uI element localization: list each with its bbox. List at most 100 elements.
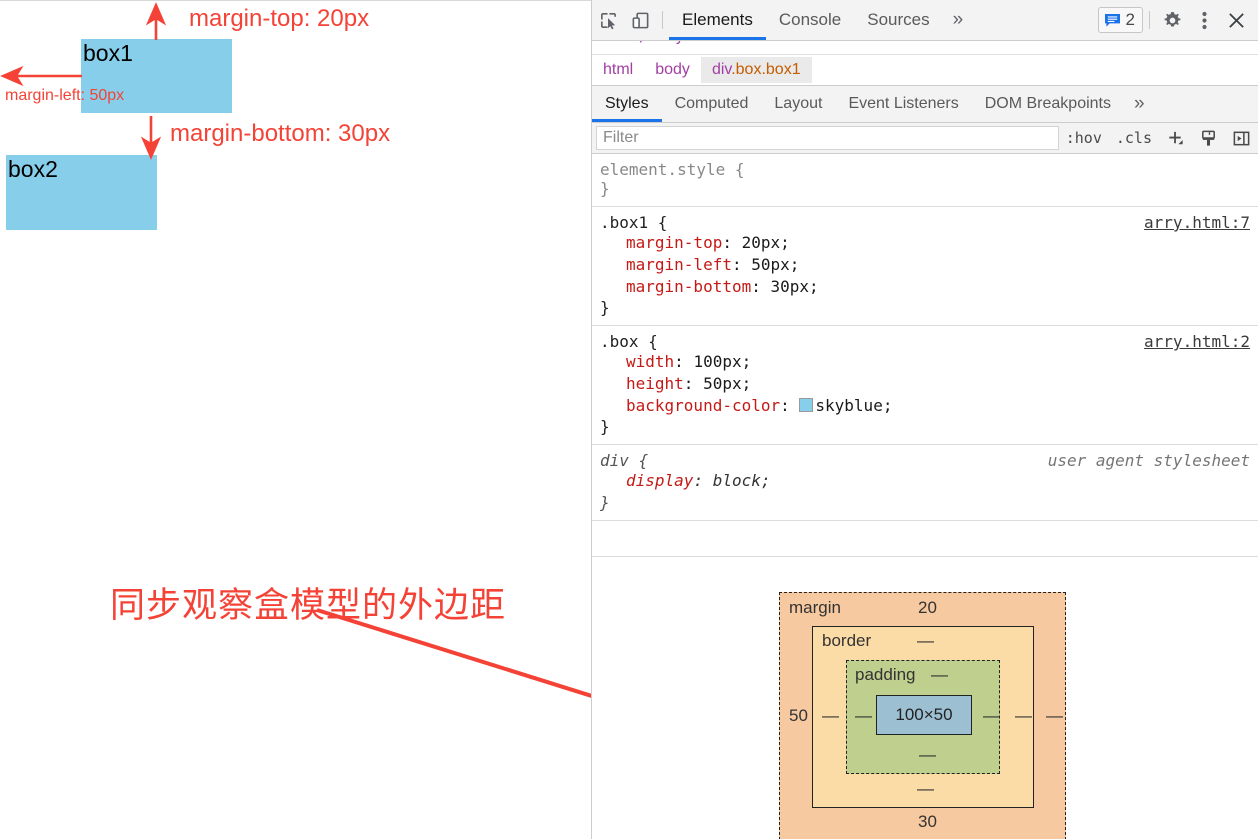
declaration-display: display: block; <box>626 471 771 491</box>
box-model-border-left-value[interactable]: — <box>822 706 839 726</box>
breadcrumb-item-div-box-box1[interactable]: div.box.box1 <box>700 57 812 83</box>
rendered-page-pane: box1 box2 margin-top: 20px margin-left: … <box>0 0 591 839</box>
tab-dom-breakpoints-label: DOM Breakpoints <box>984 95 1111 112</box>
box-model-margin-top-value[interactable]: 20 <box>918 598 937 618</box>
box-model-border-box[interactable]: border — — — — padding — — — — 100×50 <box>812 626 1034 808</box>
rule-close-brace: } <box>600 417 610 437</box>
tab-console-label: Console <box>778 10 842 29</box>
declaration-margin-top[interactable]: margin-top: 20px; <box>600 232 1258 254</box>
rule-close-brace: } <box>600 298 610 318</box>
declaration-value: 100px; <box>693 352 752 372</box>
breadcrumb-html-label: html <box>603 61 634 78</box>
rule-close-brace: } <box>600 179 610 198</box>
declaration-value: skyblue; <box>815 396 893 416</box>
declaration-property: display <box>626 471 694 491</box>
plus-new-rule-icon[interactable] <box>1159 129 1192 148</box>
gear-icon[interactable] <box>1156 5 1188 35</box>
page-top-divider <box>0 0 591 1</box>
inspect-element-icon[interactable] <box>592 5 624 35</box>
rule-box1[interactable]: arry.html:7 .box1 { margin-top: 20px; ma… <box>592 207 1258 327</box>
tab-styles-label: Styles <box>605 95 649 112</box>
box-model-padding-right-value[interactable]: — <box>983 706 1000 726</box>
tab-event-listeners[interactable]: Event Listeners <box>835 86 971 122</box>
styles-filter-bar: :hov .cls <box>592 123 1258 154</box>
tab-layout[interactable]: Layout <box>761 86 835 122</box>
tab-computed-label: Computed <box>674 95 749 112</box>
box-model-border-right-value[interactable]: — <box>1015 706 1032 726</box>
declaration-margin-bottom[interactable]: margin-bottom: 30px; <box>600 276 1258 298</box>
color-swatch-icon[interactable] <box>799 398 814 413</box>
tab-computed[interactable]: Computed <box>662 86 762 122</box>
filter-input[interactable] <box>596 126 1059 150</box>
box-model-margin-right-value[interactable]: — <box>1046 706 1063 726</box>
box-model-padding-bottom-value[interactable]: — <box>919 745 936 765</box>
tab-sources-label: Sources <box>867 10 930 29</box>
declaration-margin-left[interactable]: margin-left: 50px; <box>600 254 1258 276</box>
close-icon[interactable] <box>1220 5 1252 35</box>
box-model-padding-left-value[interactable]: — <box>855 706 872 726</box>
box-model-padding-box[interactable]: padding — — — — 100×50 <box>846 660 1000 774</box>
rule-origin-user-agent: user agent stylesheet <box>1047 451 1250 471</box>
more-tabs-chevron-icon[interactable]: » <box>943 9 974 31</box>
styles-rules-list: element.style { } arry.html:7 .box1 { ma… <box>592 154 1258 521</box>
box-model-content-box[interactable]: 100×50 <box>876 695 972 735</box>
dom-tree-sliver[interactable]: </body> <box>592 41 1258 55</box>
hov-button[interactable]: :hov <box>1059 129 1109 147</box>
styles-sidebar-tabs: Styles Computed Layout Event Listeners D… <box>592 86 1258 123</box>
box-model-border-bottom-value[interactable]: — <box>917 779 934 799</box>
rule-div-user-agent: user agent stylesheet div { display: blo… <box>592 445 1258 521</box>
devtools-panel: Elements Console Sources » 2 html body d… <box>591 0 1258 839</box>
paintbrush-icon[interactable] <box>1192 129 1225 148</box>
tab-event-listeners-label: Event Listeners <box>848 95 959 112</box>
annotation-margin-bottom: margin-bottom: 30px <box>170 120 391 147</box>
sidebar-more-chevron-icon[interactable]: » <box>1124 93 1155 115</box>
tab-styles[interactable]: Styles <box>592 86 662 122</box>
tab-dom-breakpoints[interactable]: DOM Breakpoints <box>972 86 1124 122</box>
annotation-margin-top: margin-top: 20px <box>189 5 370 32</box>
tab-elements[interactable]: Elements <box>669 0 766 40</box>
rule-origin-link[interactable]: arry.html:2 <box>1144 332 1250 351</box>
toolbar-right-group: 2 <box>1097 5 1258 35</box>
declaration-property: width <box>626 352 675 372</box>
breadcrumb-item-body[interactable]: body <box>644 57 701 83</box>
message-icon <box>1104 13 1120 27</box>
declaration-value: 20px; <box>741 233 790 252</box>
box-model-border-top-value[interactable]: — <box>917 631 934 651</box>
toolbar-divider <box>662 11 663 29</box>
breadcrumb-div-classes: .box.box1 <box>731 61 801 78</box>
box2-label: box2 <box>8 156 58 182</box>
declaration-property: margin-top <box>626 233 723 252</box>
box1-label: box1 <box>83 40 133 66</box>
box-model-border-label: border <box>822 631 872 650</box>
rule-element-style[interactable]: element.style { } <box>592 154 1258 207</box>
breadcrumb-item-html[interactable]: html <box>592 57 644 83</box>
declaration-value: 50px; <box>751 255 800 275</box>
toggle-sidebar-icon[interactable] <box>1225 129 1258 148</box>
declaration-width[interactable]: width: 100px; <box>600 351 1258 373</box>
declaration-background-color[interactable]: background-color: skyblue; <box>600 395 1258 417</box>
tab-sources[interactable]: Sources <box>854 0 942 40</box>
tab-layout-label: Layout <box>774 95 823 112</box>
box-model-margin-label: margin <box>789 598 841 617</box>
box-model-margin-bottom-value[interactable]: 30 <box>918 812 937 832</box>
message-count: 2 <box>1125 10 1135 29</box>
box-model-padding-top-value[interactable]: — <box>931 665 948 685</box>
box-model-pane: margin 20 50 — 30 border — — — — padding… <box>592 556 1258 839</box>
box-model-padding-label: padding <box>855 665 916 684</box>
box-model-margin-left-value[interactable]: 50 <box>789 706 808 726</box>
breadcrumb-div-tag: div <box>711 61 732 78</box>
screenshot-root: box1 box2 margin-top: 20px margin-left: … <box>0 0 1258 839</box>
toolbar-divider-2 <box>1149 11 1150 29</box>
tab-console[interactable]: Console <box>766 0 854 40</box>
declaration-property: margin-bottom <box>626 277 752 297</box>
kebab-menu-icon[interactable] <box>1188 5 1220 35</box>
arrow-to-box-model <box>316 608 591 698</box>
rule-origin-link[interactable]: arry.html:7 <box>1144 213 1250 232</box>
device-toolbar-icon[interactable] <box>624 5 656 35</box>
rule-box[interactable]: arry.html:2 .box { width: 100px; height:… <box>592 326 1258 446</box>
box-model-margin-box[interactable]: margin 20 50 — 30 border — — — — padding… <box>779 592 1066 839</box>
declaration-height[interactable]: height: 50px; <box>600 373 1258 395</box>
box2-element: box2 <box>6 155 157 230</box>
message-count-badge[interactable]: 2 <box>1097 7 1143 33</box>
cls-button[interactable]: .cls <box>1109 129 1159 147</box>
